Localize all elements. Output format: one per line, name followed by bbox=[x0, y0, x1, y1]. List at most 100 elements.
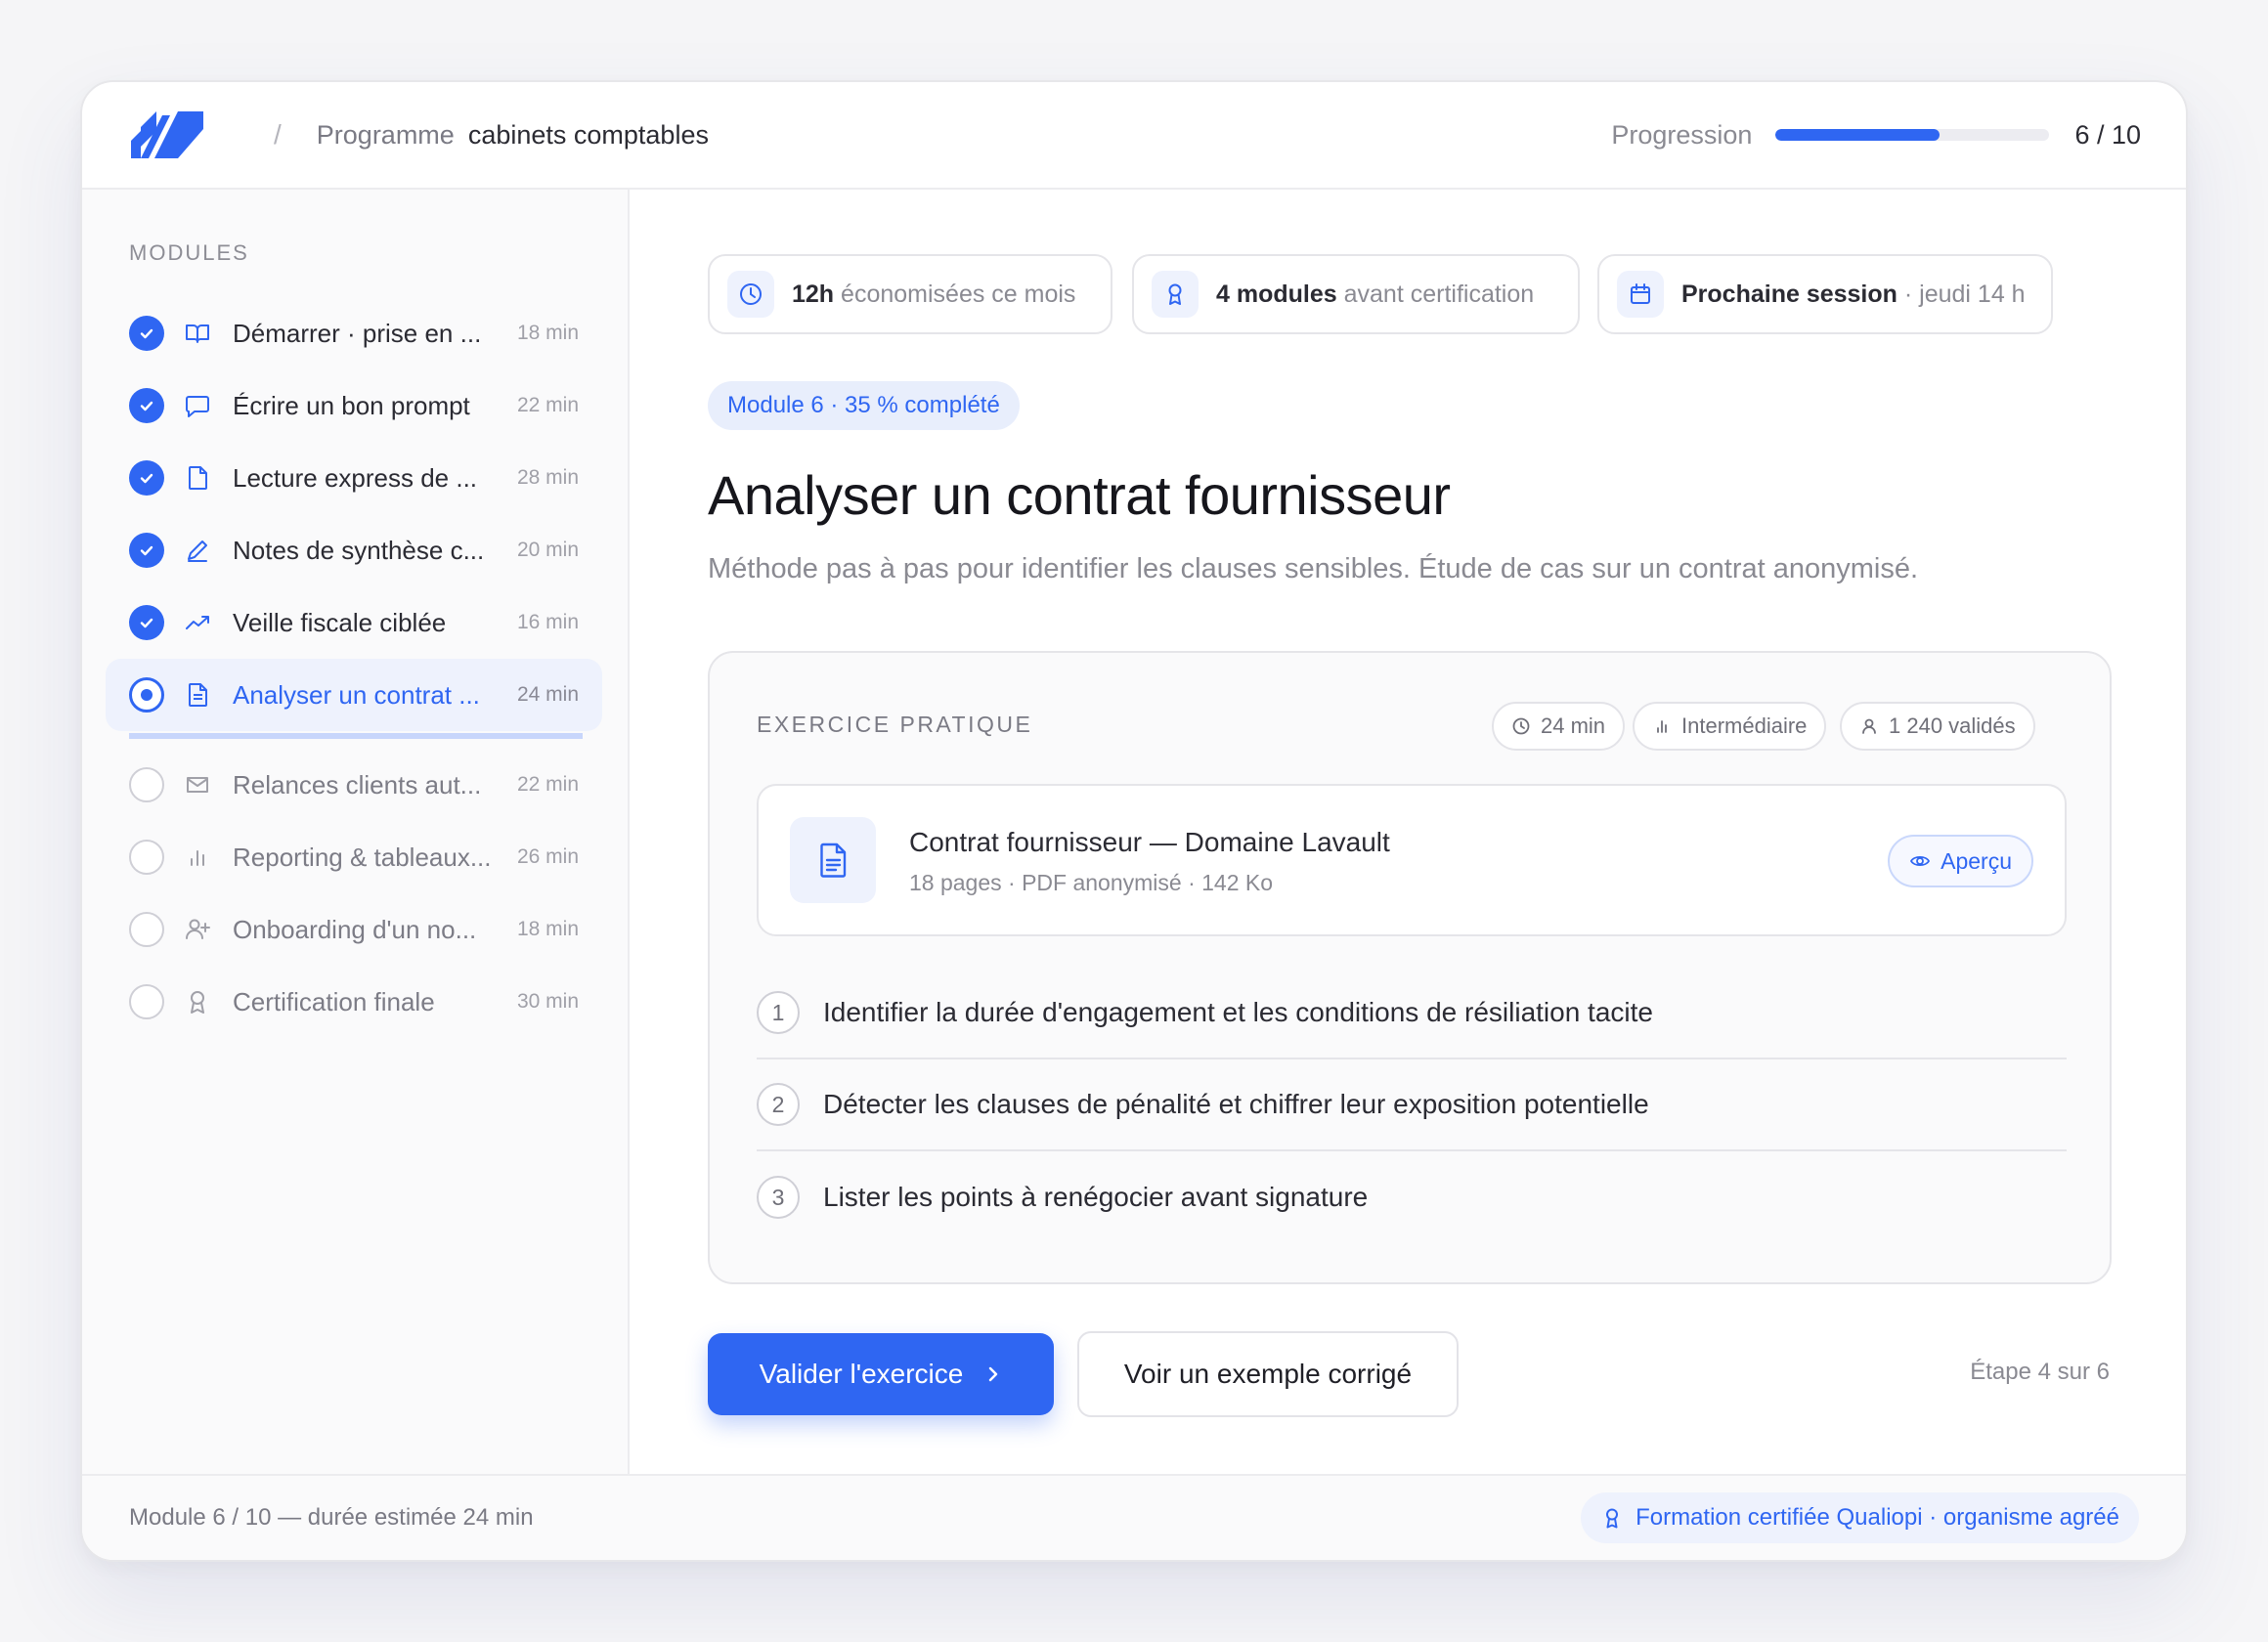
module-duration: 22 min bbox=[516, 773, 579, 796]
level-tag: Intermédiaire bbox=[1633, 702, 1827, 751]
sidebar-module-2[interactable]: Écrire un bon prompt 22 min bbox=[106, 369, 602, 442]
module-duration: 20 min bbox=[516, 539, 579, 561]
calendar-icon bbox=[1617, 271, 1664, 318]
sidebar-module-4[interactable]: Notes de synthèse c... 20 min bbox=[106, 514, 602, 586]
module-label: Notes de synthèse c... bbox=[233, 535, 485, 565]
bar-chart-icon bbox=[191, 850, 204, 866]
progress-label: Progression bbox=[1611, 119, 1753, 150]
sidebar-module-7[interactable]: Relances clients aut... 22 min bbox=[106, 749, 602, 821]
duration-tag-label: 24 min bbox=[1541, 713, 1606, 738]
level-tag-label: Intermédiaire bbox=[1681, 713, 1808, 738]
attachment-card[interactable]: Contrat fournisseur — Domaine Lavault 18… bbox=[757, 784, 2067, 936]
module-duration: 28 min bbox=[516, 466, 579, 489]
breadcrumb-current: cabinets comptables bbox=[467, 119, 709, 150]
certification-badge: Formation certifiée Qualiopi · organisme… bbox=[1581, 1492, 2139, 1543]
step-text: Détecter les clauses de pénalité et chif… bbox=[823, 1089, 1649, 1119]
exercise-title: EXERCICE PRATIQUE bbox=[757, 712, 1033, 737]
validated-tag-label: 1 240 validés bbox=[1889, 713, 2016, 738]
next-session-chip[interactable]: Prochaine session · jeudi 14 h bbox=[1597, 254, 2053, 334]
eye-icon bbox=[1910, 855, 1931, 867]
certification-label: avant certification bbox=[1343, 280, 1535, 308]
example-solution-button[interactable]: Voir un exemple corrigé bbox=[1077, 1331, 1459, 1417]
preview-button-label: Aperçu bbox=[1941, 847, 2012, 874]
book-icon bbox=[186, 324, 209, 343]
module-progress-pill: Module 6 · 35 % complété bbox=[708, 381, 1020, 430]
module-label: Écrire un bon prompt bbox=[233, 390, 470, 420]
footer-module-info: Module 6 / 10 — durée estimée 24 min bbox=[129, 1504, 534, 1531]
file-text-icon bbox=[790, 817, 876, 903]
page-title: Analyser un contrat fournisseur bbox=[708, 464, 1451, 526]
pending-circle-icon bbox=[129, 912, 164, 947]
step-text: Lister les points à renégocier avant sig… bbox=[823, 1182, 1369, 1212]
certification-value: 4 modules bbox=[1216, 280, 1337, 308]
step-number: 1 bbox=[757, 991, 800, 1034]
completed-check-icon bbox=[129, 605, 164, 640]
step-counter: Étape 4 sur 6 bbox=[1970, 1359, 2110, 1385]
status-footer: Module 6 / 10 — durée estimée 24 min For… bbox=[82, 1474, 2186, 1560]
sidebar-module-5[interactable]: Veille fiscale ciblée 16 min bbox=[106, 586, 602, 659]
progress-bar-fill bbox=[1775, 129, 1941, 141]
step-text: Identifier la durée d'engagement et les … bbox=[823, 997, 1653, 1027]
sidebar-title: MODULES bbox=[129, 240, 249, 265]
completed-check-icon bbox=[129, 533, 164, 568]
progress-indicator: Progression 6 / 10 bbox=[1611, 120, 2141, 151]
module-label: Lecture express de ... bbox=[233, 462, 478, 493]
trend-icon bbox=[186, 616, 209, 629]
brand-logo[interactable] bbox=[127, 108, 205, 162]
chevron-right-icon bbox=[989, 1366, 998, 1382]
module-label: Veille fiscale ciblée bbox=[233, 607, 447, 637]
breadcrumb-program[interactable]: Programme bbox=[317, 120, 455, 151]
module-duration: 30 min bbox=[516, 990, 579, 1013]
file-text-icon bbox=[189, 683, 207, 707]
module-duration: 16 min bbox=[516, 611, 579, 633]
page-subtitle: Méthode pas à pas pour identifier les cl… bbox=[708, 553, 1919, 584]
sidebar-module-3[interactable]: Lecture express de ... 28 min bbox=[106, 442, 602, 514]
award-icon bbox=[1152, 271, 1199, 318]
document-icon bbox=[189, 466, 207, 490]
sidebar-module-10[interactable]: Certification finale 30 min bbox=[106, 966, 602, 1038]
time-saved-chip: 12h économisées ce mois bbox=[708, 254, 1112, 334]
attachment-meta: 18 pages · PDF anonymisé · 142 Ko bbox=[909, 870, 1274, 895]
sidebar-module-1[interactable]: Démarrer · prise en ... 18 min bbox=[106, 297, 602, 369]
step-number: 2 bbox=[757, 1083, 800, 1126]
module-label: Reporting & tableaux... bbox=[233, 842, 492, 872]
certification-chip: 4 modules avant certification bbox=[1132, 254, 1580, 334]
exercise-step: 2 Détecter les clauses de pénalité et ch… bbox=[757, 1059, 2067, 1151]
validate-exercise-label: Valider l'exercice bbox=[759, 1359, 964, 1389]
certification-badge-label: Formation certifiée Qualiopi · organisme… bbox=[1636, 1504, 2119, 1531]
sidebar-module-8[interactable]: Reporting & tableaux... 26 min bbox=[106, 821, 602, 893]
user-plus-icon bbox=[186, 919, 210, 939]
module-label: Analyser un contrat ... bbox=[233, 679, 480, 710]
award-icon bbox=[191, 991, 204, 1014]
time-saved-label: économisées ce mois bbox=[841, 280, 1076, 308]
exercise-step: 3 Lister les points à renégocier avant s… bbox=[757, 1151, 2067, 1243]
sidebar-module-6[interactable]: Analyser un contrat ... 24 min bbox=[106, 659, 602, 731]
module-duration: 18 min bbox=[516, 322, 579, 344]
module-label: Démarrer · prise en ... bbox=[233, 318, 482, 348]
exercise-step: 1 Identifier la durée d'engagement et le… bbox=[757, 968, 2067, 1059]
module-duration: 26 min bbox=[516, 845, 579, 868]
preview-button[interactable]: Aperçu bbox=[1888, 835, 2033, 887]
next-session-value: Prochaine session bbox=[1681, 280, 1897, 308]
validated-tag: 1 240 validés bbox=[1840, 702, 2035, 751]
award-icon bbox=[1606, 1508, 1619, 1529]
sidebar-module-9[interactable]: Onboarding d'un no... 18 min bbox=[106, 893, 602, 966]
completed-check-icon bbox=[129, 316, 164, 351]
mail-icon bbox=[187, 777, 208, 793]
pending-circle-icon bbox=[129, 767, 164, 802]
validate-exercise-button[interactable]: Valider l'exercice bbox=[708, 1333, 1054, 1415]
step-number: 3 bbox=[757, 1176, 800, 1219]
app-window: / Programme cabinets comptables Progress… bbox=[80, 80, 2188, 1562]
clock-icon bbox=[727, 271, 774, 318]
module-label: Relances clients aut... bbox=[233, 769, 482, 799]
module-label: Onboarding d'un no... bbox=[233, 914, 477, 944]
progress-bar bbox=[1775, 129, 2050, 141]
pending-circle-icon bbox=[129, 984, 164, 1019]
bar-chart-icon bbox=[1657, 720, 1667, 733]
user-icon bbox=[1862, 718, 1876, 734]
progress-count: 6 / 10 bbox=[2074, 119, 2141, 150]
chat-icon bbox=[186, 396, 209, 417]
module-progress-bar bbox=[129, 733, 583, 739]
exercise-card: EXERCICE PRATIQUE 24 min Intermédiaire 1… bbox=[708, 651, 2112, 1284]
top-bar: / Programme cabinets comptables Progress… bbox=[82, 82, 2186, 190]
